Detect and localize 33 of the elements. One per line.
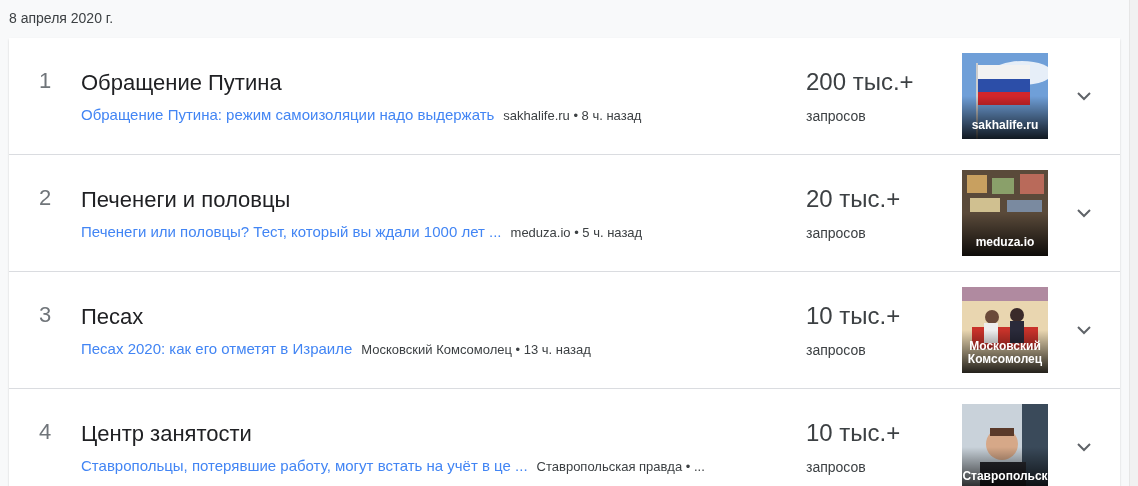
article-link[interactable]: Обращение Путина: режим самоизоляции надо выдержать xyxy=(81,105,495,123)
search-count-label: запросов xyxy=(806,108,867,124)
rank-number: 4 xyxy=(37,419,53,445)
trend-title: Обращение Путина xyxy=(81,69,283,96)
thumbnail-caption: meduza.io xyxy=(974,236,1036,249)
trend-title: Центр занятости xyxy=(81,420,253,447)
rank-number: 3 xyxy=(37,302,53,328)
search-count: 10 тыс.+ xyxy=(806,419,902,447)
date-heading: 8 апреля 2020 г. xyxy=(9,9,115,28)
trend-title: Печенеги и половцы xyxy=(81,186,292,213)
search-count-label: запросов xyxy=(806,459,867,475)
article-link[interactable]: Ставропольцы, потерявшие работу, могут встать на учёт в це ... xyxy=(81,456,528,474)
article-source: sakhalife.ru • 8 ч. назад xyxy=(503,107,642,123)
article-source: meduza.io • 5 ч. назад xyxy=(510,224,643,240)
chevron-icon xyxy=(1077,442,1091,452)
search-count-label: запросов xyxy=(806,342,867,358)
thumbnail-caption: Ставропольск xyxy=(962,470,1048,483)
rank-number: 2 xyxy=(37,185,53,211)
chevron-icon xyxy=(1077,325,1091,335)
search-count: 10 тыс.+ xyxy=(806,302,902,330)
article-source: Ставропольская правда • ... xyxy=(536,458,705,474)
article-link[interactable]: Песах 2020: как его отметят в Израиле xyxy=(81,339,353,357)
article-source: Московский Комсомолец • 13 ч. назад xyxy=(361,341,591,357)
search-count: 200 тыс.+ xyxy=(806,68,915,96)
rank-number: 1 xyxy=(37,68,53,94)
thumbnail-caption: sakhalife.ru xyxy=(970,119,1040,132)
search-count: 20 тыс.+ xyxy=(806,185,902,213)
chevron-icon xyxy=(1077,208,1091,218)
chevron-icon xyxy=(1077,91,1091,101)
thumbnail-caption: Московский Комсомолец xyxy=(966,340,1044,366)
search-count-label: запросов xyxy=(806,225,867,241)
article-link[interactable]: Печенеги или половцы? Тест, который вы ждали 1000 лет ... xyxy=(81,222,502,240)
trend-title: Песах xyxy=(81,303,145,330)
